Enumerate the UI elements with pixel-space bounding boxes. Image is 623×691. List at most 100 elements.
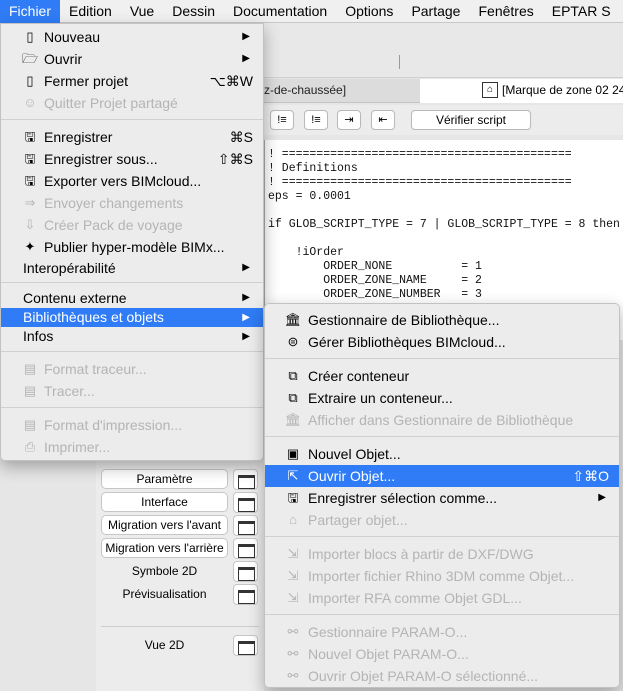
- tab-zone-marker[interactable]: ⌂ [Marque de zone 02 24: [420, 79, 623, 103]
- code-line: ! ======================================…: [268, 176, 572, 189]
- label: Nouvel Objet PARAM-O...: [308, 646, 469, 662]
- save-icon: 🖫: [24, 129, 36, 144]
- label: Gestionnaire de Bibliothèque...: [308, 312, 500, 328]
- label: Gérer Bibliothèques BIMcloud...: [308, 334, 506, 350]
- label: Contenu externe: [23, 290, 127, 306]
- menu-item-publier-bimx[interactable]: ✦ Publier hyper-modèle BIMx...: [1, 236, 263, 258]
- outdent-button[interactable]: ⇤: [371, 110, 395, 130]
- shortcut: ⇧⌘O: [572, 468, 609, 484]
- uncomment-button[interactable]: !≡: [304, 110, 328, 130]
- label: Envoyer changements: [44, 195, 184, 211]
- code-line: ! ======================================…: [268, 148, 572, 161]
- label: Importer RFA comme Objet GDL...: [308, 590, 522, 606]
- menu-item-infos[interactable]: Infos ▶: [1, 327, 263, 346]
- send-arrow-icon: ⇒: [24, 195, 36, 210]
- submenu-arrow-icon: ▶: [242, 292, 250, 303]
- backward-migration-button[interactable]: Migration vers l'arrière: [101, 538, 228, 558]
- menu-options[interactable]: Options: [336, 0, 402, 23]
- menu-eptar[interactable]: EPTAR S: [543, 0, 620, 23]
- submenu-arrow-icon: ▶: [242, 331, 250, 342]
- comment-button[interactable]: !≡: [270, 110, 294, 130]
- code-line: ORDER_ZONE_NAME = 2: [268, 274, 482, 287]
- menu-item-enregistrer[interactable]: 🖫 Enregistrer ⌘S: [1, 126, 263, 148]
- save-as-icon: 🖫: [24, 151, 36, 166]
- menu-item-nouveau[interactable]: ▯ Nouveau ▶: [1, 26, 263, 48]
- user-remove-icon: ☺: [23, 95, 37, 110]
- toolbar-divider: [399, 55, 400, 69]
- menu-separator: [1, 351, 263, 352]
- window-icon[interactable]: [233, 635, 258, 656]
- menu-item-importer-rhino: ⇲ Importer fichier Rhino 3DM comme Objet.…: [265, 565, 619, 587]
- import-rhino-icon: ⇲: [287, 568, 299, 583]
- interface-button[interactable]: Interface: [101, 492, 228, 512]
- indent-button[interactable]: ⇥: [337, 110, 361, 130]
- menu-item-exporter-bimcloud[interactable]: 🖫 Exporter vers BIMcloud...: [1, 170, 263, 192]
- window-icon[interactable]: [233, 515, 258, 536]
- forward-migration-button[interactable]: Migration vers l'avant: [101, 515, 228, 535]
- menu-item-extraire-conteneur[interactable]: ⧉ Extraire un conteneur...: [265, 387, 619, 409]
- menu-item-contenu-externe[interactable]: Contenu externe ▶: [1, 288, 263, 308]
- printer-icon: ⎙: [24, 439, 36, 454]
- menu-item-gestionnaire-bibliotheque[interactable]: 🏛 Gestionnaire de Bibliothèque...: [265, 309, 619, 331]
- window-icon[interactable]: [233, 561, 258, 582]
- tab-floor[interactable]: z-de-chaussée]: [264, 83, 346, 97]
- parametre-button[interactable]: Paramètre: [101, 469, 228, 489]
- label: Infos: [23, 328, 54, 344]
- plot-icon: ▤: [23, 383, 37, 398]
- label: Bibliothèques et objets: [23, 309, 164, 325]
- menu-fenetres[interactable]: Fenêtres: [469, 0, 542, 23]
- menu-item-ouvrir[interactable]: 🗁 Ouvrir ▶: [1, 48, 263, 70]
- page-setup-icon: ▤: [23, 417, 37, 432]
- menu-separator: [265, 614, 619, 615]
- menu-item-imprimer: ⎙ Imprimer...: [1, 436, 263, 458]
- label: Nouveau: [44, 29, 101, 45]
- tab-label: [Marque de zone 02 24: [502, 83, 623, 97]
- menu-item-creer-conteneur[interactable]: ⧉ Créer conteneur: [265, 365, 619, 387]
- object-icon: ⌂: [482, 82, 498, 98]
- import-rfa-icon: ⇲: [287, 590, 299, 605]
- menu-vue[interactable]: Vue: [121, 0, 163, 23]
- label: Fermer projet: [44, 73, 129, 89]
- menu-item-importer-dxf: ⇲ Importer blocs à partir de DXF/DWG: [265, 543, 619, 565]
- code-line: eps = 0.0001: [268, 190, 351, 203]
- extract-icon: ⧉: [288, 390, 298, 405]
- view-2d-label[interactable]: Vue 2D: [101, 638, 228, 652]
- menu-documentation[interactable]: Documentation: [224, 0, 336, 23]
- label: Créer conteneur: [308, 368, 410, 384]
- menu-item-ouvrir-objet[interactable]: ⇱ Ouvrir Objet... ⇧⌘O: [265, 465, 619, 487]
- open-folder-icon: 🗁: [21, 51, 39, 66]
- menu-item-afficher-gestionnaire: 🏛 Afficher dans Gestionnaire de Bibliothè…: [265, 409, 619, 431]
- shortcut: ⇧⌘S: [217, 151, 253, 167]
- menu-item-param-gestionnaire: ⚯ Gestionnaire PARAM-O...: [265, 621, 619, 643]
- preview-label[interactable]: Prévisualisation: [101, 587, 228, 601]
- shortcut: ⌥⌘W: [209, 73, 253, 89]
- menu-item-partager-objet: ⌂ Partager objet...: [265, 509, 619, 531]
- menu-fichier[interactable]: Fichier: [0, 0, 61, 23]
- window-icon[interactable]: [233, 469, 258, 490]
- menu-item-enregistrer-sous[interactable]: 🖫 Enregistrer sous... ⇧⌘S: [1, 148, 263, 170]
- menu-item-fermer-projet[interactable]: ▯ Fermer projet ⌥⌘W: [1, 70, 263, 92]
- label: Gestionnaire PARAM-O...: [308, 624, 468, 640]
- menu-edition[interactable]: Edition: [60, 0, 121, 23]
- param-o-icon: ⚯: [287, 624, 299, 639]
- menu-item-creer-pack: ⇩ Créer Pack de voyage: [1, 214, 263, 236]
- menu-item-nouvel-objet[interactable]: ▣ Nouvel Objet...: [265, 443, 619, 465]
- menu-item-tracer: ▤ Tracer...: [1, 380, 263, 402]
- divider: [101, 626, 259, 627]
- menu-item-enregistrer-selection[interactable]: 🖫 Enregistrer sélection comme... ▶: [265, 487, 619, 509]
- label: Enregistrer: [44, 129, 113, 145]
- window-icon[interactable]: [233, 492, 258, 513]
- menu-item-bibliotheques-objets[interactable]: Bibliothèques et objets ▶: [1, 308, 263, 327]
- menu-item-format-traceur: ▤ Format traceur...: [1, 358, 263, 380]
- verify-script-button[interactable]: Vérifier script: [411, 110, 531, 130]
- symbol-2d-label[interactable]: Symbole 2D: [101, 564, 228, 578]
- menu-partage[interactable]: Partage: [402, 0, 469, 23]
- menu-item-importer-rfa: ⇲ Importer RFA comme Objet GDL...: [265, 587, 619, 609]
- menu-item-gerer-bimcloud[interactable]: ⊜ Gérer Bibliothèques BIMcloud...: [265, 331, 619, 353]
- window-icon[interactable]: [233, 584, 258, 605]
- window-icon[interactable]: [233, 538, 258, 559]
- menu-dessin[interactable]: Dessin: [163, 0, 224, 23]
- menu-item-param-ouvrir: ⚯ Ouvrir Objet PARAM-O sélectionné...: [265, 665, 619, 687]
- menu-item-interoperabilite[interactable]: Interopérabilité ▶: [1, 258, 263, 278]
- library-icon: 🏛: [284, 412, 302, 427]
